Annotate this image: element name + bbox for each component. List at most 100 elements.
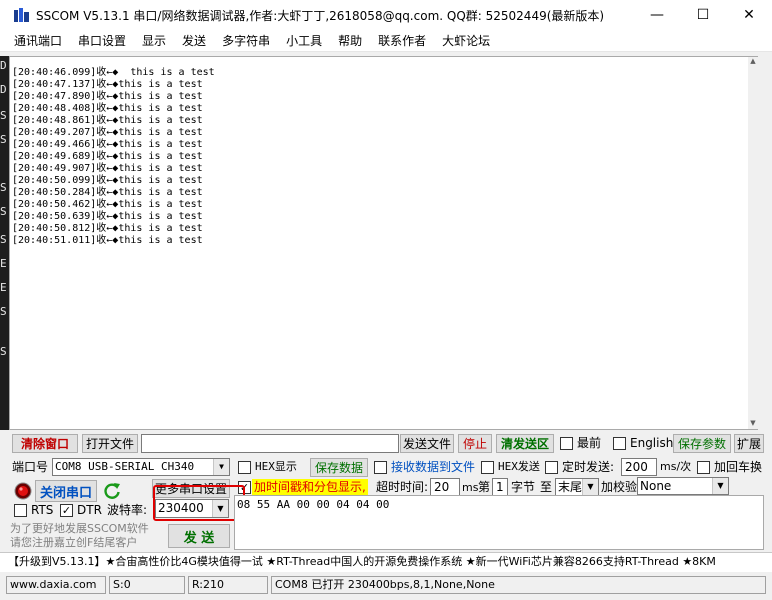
port-label: 端口号 [12, 460, 49, 474]
received-count: R:210 [188, 576, 268, 594]
menu-item[interactable]: 大虾论坛 [434, 31, 498, 51]
rts-label: RTS [31, 503, 54, 517]
receive-line: [20:40:48.408]收←◆this is a test [12, 103, 203, 114]
receive-line: [20:40:50.462]收←◆this is a test [12, 199, 203, 210]
menu-item[interactable]: 显示 [134, 31, 174, 51]
stop-button[interactable]: 停止 [458, 434, 492, 453]
checksum-select[interactable]: None ▼ [637, 477, 729, 495]
menu-item[interactable]: 联系作者 [370, 31, 434, 51]
close-button[interactable]: ✕ [726, 0, 772, 30]
refresh-icon[interactable] [102, 481, 122, 501]
chevron-down-icon[interactable]: ▼ [582, 479, 598, 495]
menu-item[interactable]: 多字符串 [214, 31, 278, 51]
scroll-down-icon[interactable]: ▼ [748, 419, 758, 429]
frame-end-select[interactable]: 末尾 ▼ [555, 478, 599, 496]
background-letter: S [0, 205, 7, 218]
add-crlf-checkbox[interactable] [697, 461, 710, 474]
latest-label: 最前 [577, 436, 602, 450]
menu-item[interactable]: 串口设置 [70, 31, 134, 51]
window-title: SSCOM V5.13.1 串口/网络数据调试器,作者:大虾丁丁,2618058… [36, 9, 605, 23]
chevron-down-icon[interactable]: ▼ [213, 459, 229, 475]
sscom-window: DDSSSSSEESS SSCOM V5.13.1 串口/网络数据调试器,作者:… [0, 0, 772, 600]
title-bar[interactable]: SSCOM V5.13.1 串口/网络数据调试器,作者:大虾丁丁,2618058… [0, 0, 772, 30]
receive-line: [20:40:48.861]收←◆this is a test [12, 115, 203, 126]
frame-start-input[interactable]: 1 [492, 478, 508, 496]
save-data-button[interactable]: 保存数据 [310, 458, 368, 477]
hex-send-checkbox[interactable] [481, 461, 494, 474]
dtr-checkbox[interactable]: ✓ [60, 504, 73, 517]
background-letter: E [0, 257, 7, 270]
frame-prefix-label: 第 [478, 480, 491, 494]
scroll-up-icon[interactable]: ▲ [748, 57, 758, 67]
frame-end-value: 末尾 [558, 480, 583, 494]
news-ticker[interactable]: 【升级到V5.13.1】★合宙高性价比4G模块值得一试 ★RT-Thread中国… [0, 552, 772, 572]
receive-line: [20:40:50.639]收←◆this is a test [12, 211, 203, 222]
hex-display-checkbox[interactable] [238, 461, 251, 474]
english-checkbox[interactable] [613, 437, 626, 450]
receive-line: [20:40:49.466]收←◆this is a test [12, 139, 203, 150]
promo-line-2: 请您注册嘉立创F结尾客户 [10, 536, 138, 549]
menu-bar: 通讯端口 串口设置 显示 发送 多字符串 小工具 帮助 联系作者 大虾论坛 [0, 30, 772, 52]
menu-item[interactable]: 小工具 [278, 31, 330, 51]
receive-line: [20:40:49.689]收←◆this is a test [12, 151, 203, 162]
receive-line: [20:40:51.011]收←◆this is a test [12, 235, 203, 246]
app-icon [14, 8, 29, 22]
receive-line: [20:40:50.099]收←◆this is a test [12, 175, 203, 186]
sent-count: S:0 [109, 576, 185, 594]
clear-send-button[interactable]: 清发送区 [496, 434, 554, 453]
maximize-button[interactable]: ☐ [680, 0, 726, 30]
baud-label: 波特率: [107, 503, 148, 517]
rts-checkbox[interactable] [14, 504, 27, 517]
checksum-value: None [640, 479, 672, 493]
background-letter: S [0, 133, 7, 146]
receive-line: [20:40:49.907]收←◆this is a test [12, 163, 203, 174]
hex-display-label: HEX显示 [255, 460, 297, 473]
menu-item[interactable]: 帮助 [330, 31, 370, 51]
recv-to-file-label: 接收数据到文件 [391, 460, 476, 474]
port-status-light-icon [14, 482, 32, 500]
timeout-label: 超时时间: [376, 480, 429, 494]
port-status-text: COM8 已打开 230400bps,8,1,None,None [271, 576, 766, 594]
minimize-icon: — [650, 7, 664, 23]
status-bar: www.daxia.com S:0 R:210 COM8 已打开 230400b… [0, 573, 772, 600]
maximize-icon: ☐ [696, 7, 710, 23]
file-path-input[interactable] [141, 434, 399, 453]
background-window-strip: DDSSSSSEESS [0, 56, 9, 430]
promo-line-1: 为了更好地发展SSCOM软件 [10, 522, 149, 535]
receive-scrollbar[interactable]: ▲ ▼ [748, 57, 758, 429]
timed-send-checkbox[interactable] [545, 461, 558, 474]
save-params-button[interactable]: 保存参数 [673, 434, 731, 453]
timeout-unit-label: ms [462, 481, 479, 494]
close-port-button[interactable]: 关闭串口 [35, 480, 97, 502]
add-crlf-label: 加回车换 [714, 460, 763, 474]
timed-send-label: 定时发送: [562, 460, 615, 474]
open-file-button[interactable]: 打开文件 [82, 434, 138, 453]
port-select-value: COM8 USB-SERIAL CH340 [55, 460, 195, 473]
close-icon: ✕ [743, 7, 755, 23]
background-letter: E [0, 281, 7, 294]
timeout-input[interactable]: 20 [430, 478, 460, 496]
chevron-down-icon[interactable]: ▼ [712, 478, 728, 494]
receive-line: [20:40:50.284]收←◆this is a test [12, 187, 203, 198]
receive-line: [20:40:47.137]收←◆this is a test [12, 79, 203, 90]
port-select[interactable]: COM8 USB-SERIAL CH340 ▼ [52, 458, 230, 476]
clear-window-button[interactable]: 清除窗口 [12, 434, 78, 453]
expand-button[interactable]: 扩展 [734, 434, 764, 453]
byte-label: 字节 [511, 480, 536, 494]
background-letter: S [0, 181, 7, 194]
interval-input[interactable]: 200 [621, 458, 657, 476]
minimize-button[interactable]: — [634, 0, 680, 30]
menu-item[interactable]: 发送 [174, 31, 214, 51]
background-letter: S [0, 109, 7, 122]
latest-checkbox[interactable] [560, 437, 573, 450]
website-link[interactable]: www.daxia.com [6, 576, 106, 594]
receive-area[interactable]: [20:40:46.099]收←◆ this is a test [20:40:4… [9, 56, 758, 430]
menu-item[interactable]: 通讯端口 [6, 31, 70, 51]
background-letter: D [0, 83, 7, 96]
to-label: 至 [540, 480, 553, 494]
send-button[interactable]: 发 送 [168, 524, 230, 548]
recv-to-file-checkbox[interactable] [374, 461, 387, 474]
send-file-button[interactable]: 发送文件 [400, 434, 454, 453]
background-letter: S [0, 345, 7, 358]
send-area[interactable]: 08 55 AA 00 00 04 04 00 [234, 495, 764, 550]
